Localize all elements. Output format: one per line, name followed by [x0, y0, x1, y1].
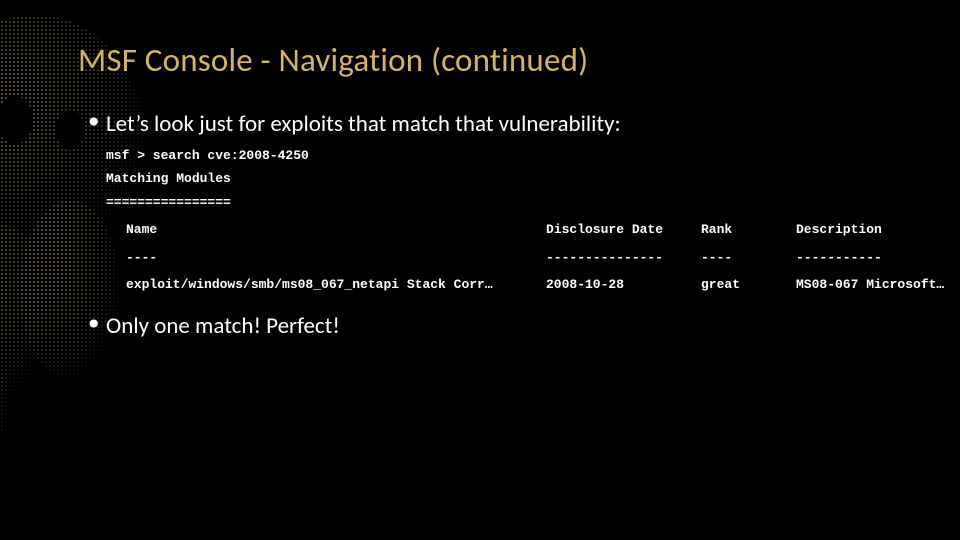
cell-desc: MS08-067 Microsoft… — [796, 271, 960, 298]
slide-content: MSF Console - Navigation (continued) Let… — [0, 0, 960, 540]
col-dash-name: ---- — [126, 244, 546, 271]
col-header-rank: Rank — [701, 216, 796, 243]
terminal-divider: ================ — [106, 191, 900, 214]
modules-table: Name Disclosure Date Rank Description --… — [126, 216, 960, 298]
table-row: exploit/windows/smb/ms08_067_netapi Stac… — [126, 271, 960, 298]
col-dash-rank: ---- — [701, 244, 796, 271]
col-header-date: Disclosure Date — [546, 216, 701, 243]
table-dash-row: ---- --------------- ---- ----------- — [126, 244, 960, 271]
bullet-list: Let’s look just for exploits that match … — [78, 110, 900, 138]
col-dash-date: --------------- — [546, 244, 701, 271]
col-dash-desc: ----------- — [796, 244, 960, 271]
bullet-1: Let’s look just for exploits that match … — [88, 110, 900, 138]
col-header-desc: Description — [796, 216, 960, 243]
bullet-2: Only one match! Perfect! — [88, 312, 900, 340]
cell-name: exploit/windows/smb/ms08_067_netapi Stac… — [126, 271, 546, 298]
terminal-output: msf > search cve:2008-4250 Matching Modu… — [78, 144, 900, 298]
cell-rank: great — [701, 271, 796, 298]
table-header-row: Name Disclosure Date Rank Description — [126, 216, 960, 243]
terminal-command: msf > search cve:2008-4250 — [106, 144, 900, 167]
slide-title: MSF Console - Navigation (continued) — [78, 40, 900, 80]
terminal-header: Matching Modules — [106, 167, 900, 190]
col-header-name: Name — [126, 216, 546, 243]
bullet-list-2: Only one match! Perfect! — [78, 312, 900, 340]
cell-date: 2008-10-28 — [546, 271, 701, 298]
